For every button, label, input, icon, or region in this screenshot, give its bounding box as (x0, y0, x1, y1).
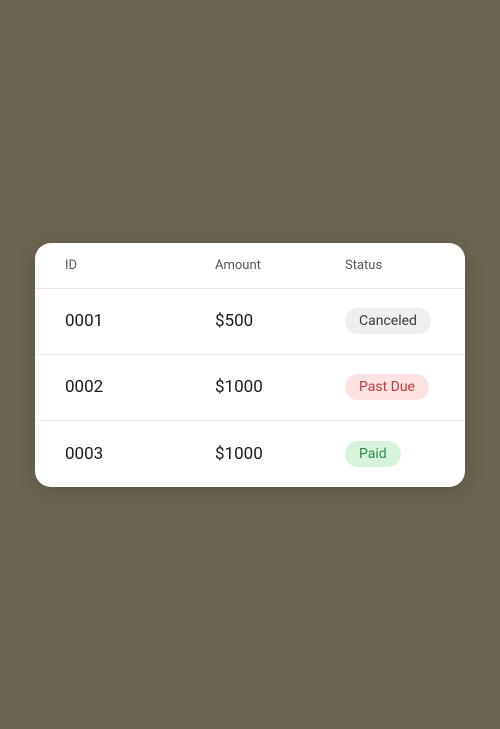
column-header-id: ID (65, 258, 215, 273)
column-header-amount: Amount (215, 258, 345, 273)
column-header-status: Status (345, 258, 435, 273)
cell-amount: $500 (215, 311, 345, 331)
cell-id: 0002 (65, 377, 215, 397)
status-badge: Canceled (345, 308, 431, 334)
cell-amount: $1000 (215, 444, 345, 464)
table-row: 0003 $1000 Paid (35, 421, 465, 487)
table-header-row: ID Amount Status (35, 243, 465, 289)
cell-status: Paid (345, 441, 435, 467)
payments-table: ID Amount Status 0001 $500 Canceled 0002… (35, 243, 465, 487)
cell-amount: $1000 (215, 377, 345, 397)
cell-status: Past Due (345, 374, 435, 400)
status-badge: Paid (345, 441, 401, 467)
cell-id: 0003 (65, 444, 215, 464)
status-badge: Past Due (345, 374, 429, 400)
cell-id: 0001 (65, 311, 215, 331)
cell-status: Canceled (345, 308, 435, 334)
table-row: 0002 $1000 Past Due (35, 355, 465, 421)
table-row: 0001 $500 Canceled (35, 289, 465, 355)
